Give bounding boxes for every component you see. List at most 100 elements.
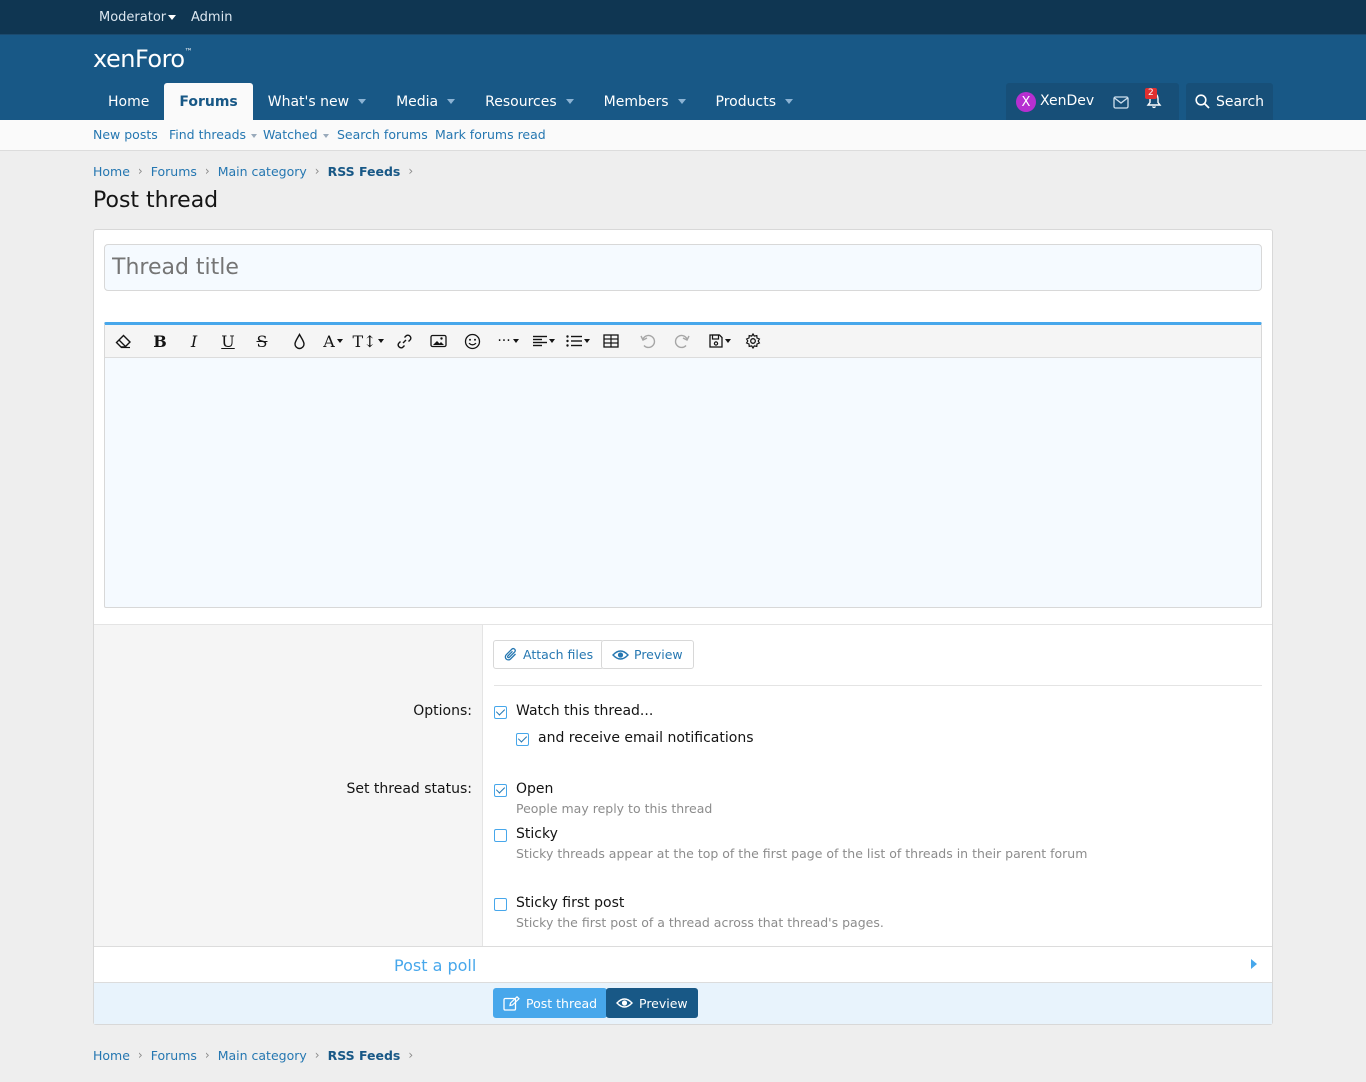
subnav-mark-forums-read[interactable]: Mark forums read bbox=[435, 127, 546, 142]
subnav-label: Find threads bbox=[169, 127, 247, 142]
nav-tab-label: Media bbox=[396, 93, 439, 110]
font-family-icon[interactable]: A bbox=[319, 331, 347, 351]
chevron-right-icon: › bbox=[137, 1048, 143, 1062]
open-label: Open bbox=[516, 781, 554, 797]
subnav-search-forums[interactable]: Search forums bbox=[337, 127, 428, 142]
breadcrumb-main-category[interactable]: Main category bbox=[218, 164, 307, 179]
align-icon[interactable] bbox=[530, 331, 558, 351]
redo-icon[interactable] bbox=[672, 331, 692, 351]
user-area: X XenDev 2 bbox=[1006, 83, 1179, 120]
drafts-icon[interactable] bbox=[706, 331, 734, 351]
nav-tab-label: Resources bbox=[485, 93, 557, 110]
chevron-down-icon[interactable] bbox=[251, 133, 258, 138]
nav-tab-members[interactable]: Members bbox=[589, 83, 701, 120]
underline-icon[interactable]: U bbox=[218, 331, 238, 351]
chevron-right-icon: › bbox=[314, 164, 320, 178]
attach-files-label: Attach files bbox=[523, 647, 594, 662]
sticky-checkbox[interactable]: Sticky Sticky threads appear at the top o… bbox=[494, 826, 1087, 861]
nav-tab-resources[interactable]: Resources bbox=[470, 83, 589, 120]
sub-nav: New posts Find threads Watched Search fo… bbox=[0, 120, 1366, 151]
chevron-down-icon[interactable] bbox=[322, 133, 329, 138]
submit-row: Post thread Preview bbox=[94, 983, 1272, 1024]
table-icon[interactable] bbox=[601, 331, 621, 351]
moderator-menu[interactable]: Moderator bbox=[99, 10, 177, 25]
breadcrumb-forums[interactable]: Forums bbox=[151, 1048, 197, 1063]
avatar[interactable]: X bbox=[1016, 92, 1036, 112]
watch-thread-checkbox[interactable]: Watch this thread... bbox=[494, 703, 653, 719]
chevron-down-icon[interactable] bbox=[565, 99, 574, 104]
smiley-icon[interactable] bbox=[462, 331, 482, 351]
search-button[interactable]: Search bbox=[1186, 83, 1273, 120]
subnav-new-posts[interactable]: New posts bbox=[93, 127, 158, 142]
checkbox-checked[interactable] bbox=[494, 706, 507, 719]
link-icon[interactable] bbox=[394, 331, 414, 351]
page-title: Post thread bbox=[93, 188, 219, 213]
attach-files-button[interactable]: Attach files bbox=[493, 640, 605, 669]
breadcrumb-rss-feeds[interactable]: RSS Feeds bbox=[328, 164, 401, 179]
chevron-down-icon[interactable] bbox=[358, 99, 367, 104]
subnav-find-threads[interactable]: Find threads bbox=[169, 127, 258, 142]
checkbox-checked[interactable] bbox=[494, 784, 507, 797]
nav-tab-label: Forums bbox=[179, 93, 238, 110]
strikethrough-icon[interactable]: S bbox=[252, 331, 272, 351]
divider bbox=[494, 685, 1262, 686]
eraser-icon[interactable] bbox=[113, 331, 133, 351]
logo-text: xenForo bbox=[93, 45, 185, 73]
post-a-poll-label: Post a poll bbox=[394, 956, 477, 975]
email-notifications-checkbox[interactable]: and receive email notifications bbox=[516, 730, 753, 746]
more-options-icon[interactable]: ··· bbox=[494, 331, 522, 351]
site-logo[interactable]: xenForo™ bbox=[93, 45, 193, 73]
image-icon[interactable] bbox=[428, 331, 448, 351]
breadcrumb-rss-feeds[interactable]: RSS Feeds bbox=[328, 1048, 401, 1063]
breadcrumb: Home › Forums › Main category › RSS Feeds › bbox=[93, 162, 421, 180]
breadcrumb-bottom: Home › Forums › Main category › RSS Feeds › bbox=[93, 1046, 421, 1064]
email-notifications-label: and receive email notifications bbox=[538, 730, 754, 746]
chevron-right-icon: › bbox=[204, 1048, 210, 1062]
breadcrumb-main-category[interactable]: Main category bbox=[218, 1048, 307, 1063]
bold-icon[interactable]: B bbox=[150, 331, 170, 351]
checkbox-unchecked[interactable] bbox=[494, 898, 507, 911]
preview-button[interactable]: Preview bbox=[601, 640, 694, 669]
checkbox-checked[interactable] bbox=[516, 733, 529, 746]
chevron-down-icon[interactable] bbox=[447, 99, 456, 104]
search-label: Search bbox=[1215, 93, 1265, 110]
nav-tab-products[interactable]: Products bbox=[701, 83, 808, 120]
thread-title-input[interactable] bbox=[104, 244, 1262, 291]
nav-tab-home[interactable]: Home bbox=[93, 83, 164, 120]
preview-submit-button[interactable]: Preview bbox=[606, 988, 698, 1018]
post-a-poll-toggle[interactable]: Post a poll bbox=[94, 946, 1272, 983]
moderator-label: Moderator bbox=[99, 10, 167, 25]
open-checkbox[interactable]: Open People may reply to this thread bbox=[494, 781, 712, 816]
options-label: Options: bbox=[413, 703, 472, 719]
color-drop-icon[interactable] bbox=[289, 331, 309, 351]
subnav-watched[interactable]: Watched bbox=[263, 127, 329, 142]
sticky-label: Sticky bbox=[516, 826, 558, 842]
sticky-first-post-checkbox[interactable]: Sticky first post Sticky the first post o… bbox=[494, 895, 884, 930]
chevron-down-icon[interactable] bbox=[677, 99, 686, 104]
list-icon[interactable] bbox=[564, 331, 592, 351]
editor-content-area[interactable] bbox=[105, 358, 1261, 606]
main-nav: Home Forums What's new Media Resources M… bbox=[93, 83, 808, 120]
thread-status-label: Set thread status: bbox=[346, 781, 472, 797]
admin-link[interactable]: Admin bbox=[191, 10, 232, 25]
nav-tab-media[interactable]: Media bbox=[381, 83, 470, 120]
nav-tab-label: Products bbox=[715, 93, 776, 110]
nav-tab-whats-new[interactable]: What's new bbox=[253, 83, 381, 120]
checkbox-unchecked[interactable] bbox=[494, 829, 507, 842]
chevron-down-icon[interactable] bbox=[784, 99, 793, 104]
font-size-icon[interactable]: T↕ bbox=[352, 331, 384, 351]
italic-icon[interactable]: I bbox=[184, 331, 204, 351]
gear-icon[interactable] bbox=[743, 331, 763, 351]
post-thread-button[interactable]: Post thread bbox=[493, 988, 608, 1018]
eye-icon bbox=[612, 649, 629, 660]
nav-tab-label: Home bbox=[108, 93, 150, 110]
username-link[interactable]: XenDev bbox=[1040, 93, 1094, 109]
breadcrumb-forums[interactable]: Forums bbox=[151, 164, 197, 179]
breadcrumb-home[interactable]: Home bbox=[93, 1048, 130, 1063]
nav-tab-forums[interactable]: Forums bbox=[164, 83, 253, 120]
form-label-column: Options: Set thread status: bbox=[94, 625, 483, 947]
chevron-right-icon: › bbox=[408, 1048, 414, 1062]
envelope-icon[interactable] bbox=[1113, 94, 1129, 113]
undo-icon[interactable] bbox=[638, 331, 658, 351]
breadcrumb-home[interactable]: Home bbox=[93, 164, 130, 179]
